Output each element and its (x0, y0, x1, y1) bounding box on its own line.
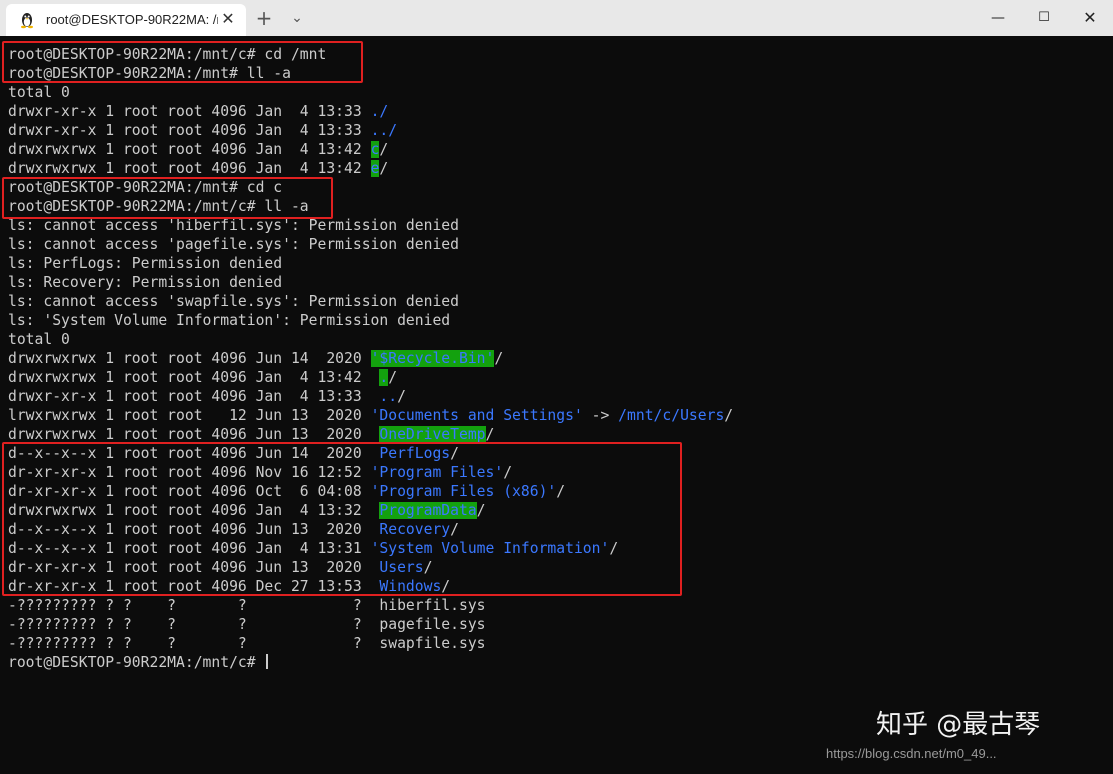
terminal-text: total 0 (8, 84, 70, 101)
terminal-text: drwxrwxrwx 1 root root 4096 Jun 13 2020 (8, 426, 380, 443)
highlight-box-directories (2, 442, 682, 596)
terminal-text: /mnt/c/Users (618, 407, 725, 424)
terminal-text: -????????? ? ? ? ? ? hiberfil.sys (8, 597, 486, 614)
terminal-text: drwxrwxrwx 1 root root 4096 Jun 14 2020 (8, 350, 371, 367)
terminal-text: ls: PerfLogs: Permission denied (8, 255, 283, 272)
terminal-text: ./ (370, 103, 389, 120)
terminal-text: drwxr-xr-x 1 root root 4096 Jan 4 13:33 (8, 388, 380, 405)
terminal-text: drwxr-xr-x 1 root root 4096 Jan 4 13:33 (8, 122, 371, 139)
terminal-text: / (379, 141, 389, 158)
terminal-text: / (494, 350, 504, 367)
terminal-text: ls: cannot access 'hiberfil.sys': Permis… (8, 217, 459, 234)
terminal-text: OneDriveTemp (379, 426, 486, 443)
url-watermark: https://blog.csdn.net/m0_49... (826, 746, 997, 761)
chevron-down-icon[interactable]: ⌄ (283, 6, 311, 30)
terminal-text: drwxrwxrwx 1 root root 4096 Jan 4 13:42 (8, 369, 380, 386)
terminal-text: / (485, 426, 495, 443)
terminal-line: ls: PerfLogs: Permission denied (8, 254, 733, 273)
terminal-line: -????????? ? ? ? ? ? hiberfil.sys (8, 596, 733, 615)
terminal-line: ls: Recovery: Permission denied (8, 273, 733, 292)
terminal-line: drwxrwxrwx 1 root root 4096 Jan 4 13:42 … (8, 159, 733, 178)
terminal-text: / (388, 369, 398, 386)
terminal-line: drwxr-xr-x 1 root root 4096 Jan 4 13:33 … (8, 121, 733, 140)
terminal-text: lrwxrwxrwx 1 root root 12 Jun 13 2020 (8, 407, 371, 424)
terminal-line: drwxr-xr-x 1 root root 4096 Jan 4 13:33 … (8, 102, 733, 121)
terminal-text: / (724, 407, 734, 424)
terminal-line: drwxrwxrwx 1 root root 4096 Jun 14 2020 … (8, 349, 733, 368)
terminal-text: '$Recycle.Bin' (370, 350, 495, 367)
tab-close-icon[interactable]: ✕ (218, 10, 238, 30)
tab-title: root@DESKTOP-90R22MA: /mnt (46, 12, 218, 27)
new-tab-icon[interactable]: + (250, 6, 278, 30)
terminal-text: . (379, 369, 389, 386)
terminal-line: drwxrwxrwx 1 root root 4096 Jan 4 13:42 … (8, 140, 733, 159)
terminal-text: drwxr-xr-x 1 root root 4096 Jan 4 13:33 (8, 103, 371, 120)
maximize-button[interactable]: ☐ (1021, 0, 1067, 36)
linux-tux-icon (18, 11, 36, 29)
zhihu-watermark: 知乎 @最古琴 (876, 710, 1041, 740)
terminal-line: ls: cannot access 'pagefile.sys': Permis… (8, 235, 733, 254)
terminal-line: total 0 (8, 330, 733, 349)
terminal-text: ls: Recovery: Permission denied (8, 274, 283, 291)
terminal-text: drwxrwxrwx 1 root root 4096 Jan 4 13:42 (8, 141, 371, 158)
terminal-line: lrwxrwxrwx 1 root root 12 Jun 13 2020 'D… (8, 406, 733, 425)
terminal-line: -????????? ? ? ? ? ? pagefile.sys (8, 615, 733, 634)
terminal-text: -????????? ? ? ? ? ? swapfile.sys (8, 635, 486, 652)
terminal-text: ls: cannot access 'swapfile.sys': Permis… (8, 293, 459, 310)
terminal-line: ls: 'System Volume Information': Permiss… (8, 311, 733, 330)
terminal-text: ls: cannot access 'pagefile.sys': Permis… (8, 236, 459, 253)
terminal-text: total 0 (8, 331, 70, 348)
minimize-button[interactable]: — (975, 0, 1021, 36)
terminal-line: total 0 (8, 83, 733, 102)
terminal-prompt[interactable]: root@DESKTOP-90R22MA:/mnt/c# (8, 653, 733, 672)
terminal-output[interactable]: root@DESKTOP-90R22MA:/mnt/c# cd /mnt root… (0, 36, 1113, 774)
terminal-tab[interactable]: root@DESKTOP-90R22MA: /mnt ✕ (6, 4, 246, 36)
terminal-text: -????????? ? ? ? ? ? pagefile.sys (8, 616, 486, 633)
terminal-text: ../ (370, 122, 398, 139)
terminal-text: ls: 'System Volume Information': Permiss… (8, 312, 451, 329)
terminal-text: -> (582, 407, 619, 424)
terminal-text: / (397, 388, 406, 405)
terminal-line: ls: cannot access 'swapfile.sys': Permis… (8, 292, 733, 311)
prompt-text: root@DESKTOP-90R22MA:/mnt/c# (8, 654, 265, 671)
terminal-line: drwxrwxrwx 1 root root 4096 Jan 4 13:42 … (8, 368, 733, 387)
terminal-text: 'Documents and Settings' (370, 407, 583, 424)
close-window-button[interactable]: ✕ (1067, 0, 1113, 36)
terminal-line: -????????? ? ? ? ? ? swapfile.sys (8, 634, 733, 653)
title-bar: root@DESKTOP-90R22MA: /mnt ✕ + ⌄ — ☐ ✕ (0, 0, 1113, 36)
text-cursor (266, 654, 269, 669)
terminal-line: drwxr-xr-x 1 root root 4096 Jan 4 13:33 … (8, 387, 733, 406)
highlight-box-cd-c (2, 177, 333, 219)
terminal-text: .. (379, 388, 398, 405)
highlight-box-cd-mnt (2, 41, 363, 83)
terminal-text: / (379, 160, 389, 177)
terminal-text: drwxrwxrwx 1 root root 4096 Jan 4 13:42 (8, 160, 371, 177)
